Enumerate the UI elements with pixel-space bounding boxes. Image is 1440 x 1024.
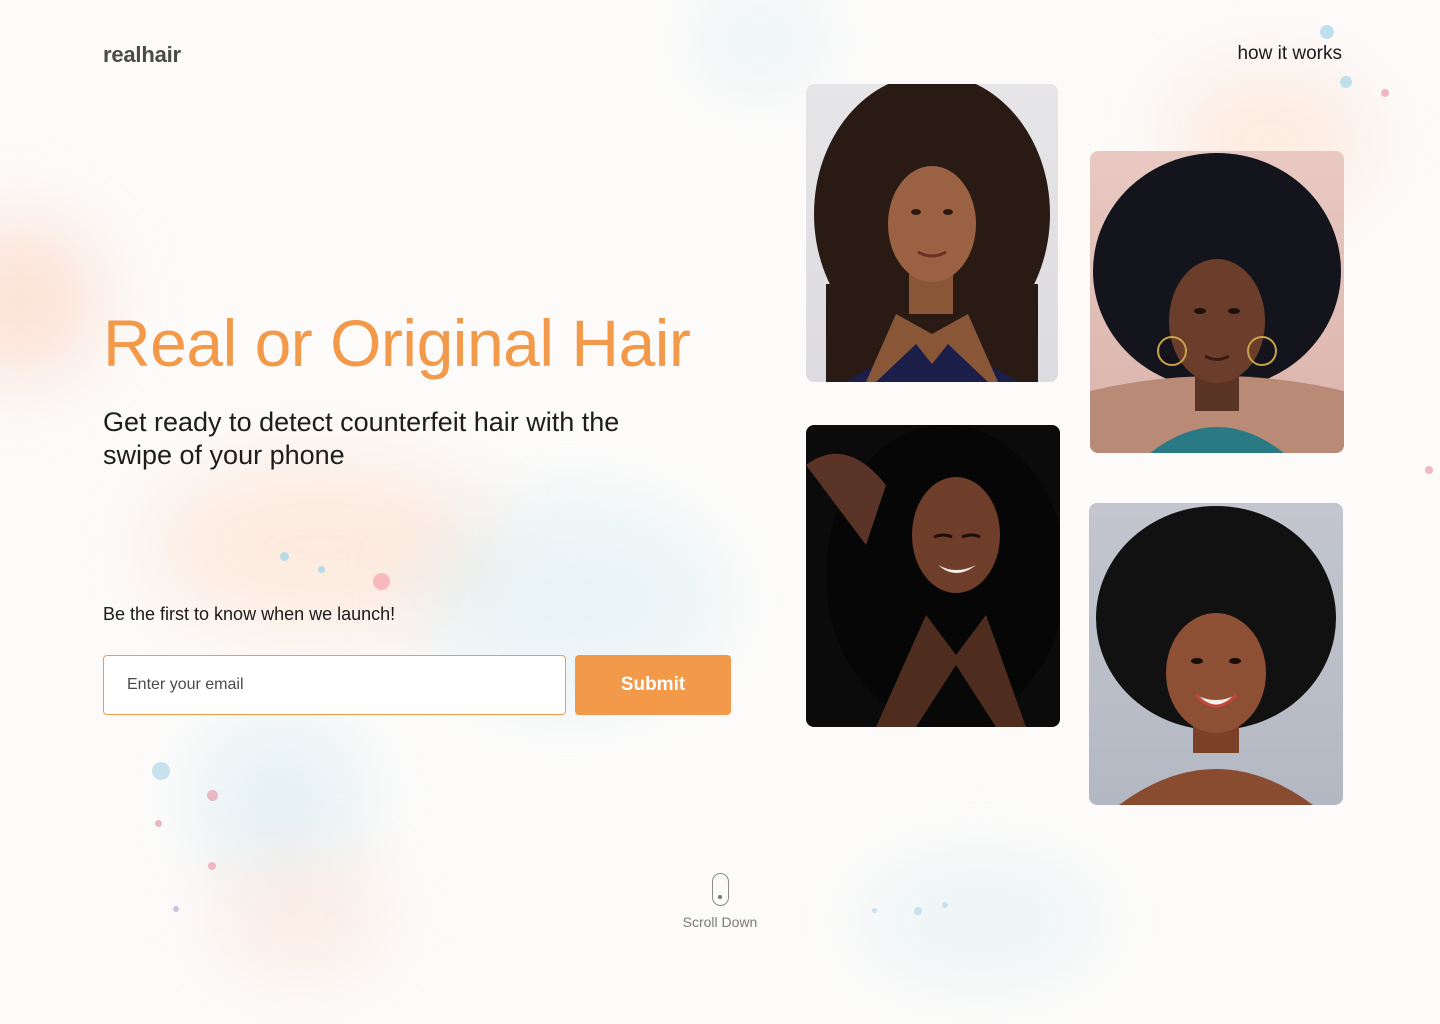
paint-dot <box>208 862 216 870</box>
watercolor-splash <box>860 860 1100 980</box>
how-it-works-link[interactable]: how it works <box>1237 43 1342 65</box>
portrait-illustration <box>1090 153 1344 453</box>
hero-title: Real or Original Hair <box>103 306 691 380</box>
hair-photo-natural <box>1089 503 1343 805</box>
hair-photo-afro <box>1090 151 1344 453</box>
paint-dot <box>942 902 948 908</box>
paint-dot <box>1340 76 1352 88</box>
paint-dot <box>173 906 179 912</box>
hero-subtitle: Get ready to detect counterfeit hair wit… <box>103 407 620 470</box>
paint-dot <box>152 762 170 780</box>
portrait-illustration <box>806 425 1060 727</box>
scroll-down-label: Scroll Down <box>682 914 758 930</box>
paint-dot <box>155 820 162 827</box>
paint-dot <box>1381 89 1389 97</box>
paint-dot <box>1320 25 1334 39</box>
portrait-illustration <box>1096 506 1336 805</box>
hair-photo-curly <box>806 84 1058 382</box>
logo[interactable]: realhair <box>103 42 181 68</box>
watercolor-splash <box>200 720 360 880</box>
paint-dot <box>373 573 390 590</box>
watercolor-splash <box>0 220 100 380</box>
scroll-down-indicator[interactable]: Scroll Down <box>670 873 770 930</box>
paint-dot <box>914 907 922 915</box>
mouse-icon <box>711 873 729 906</box>
launch-prompt: Be the first to know when we launch! <box>103 604 396 624</box>
submit-button[interactable]: Submit <box>575 655 731 715</box>
paint-dot <box>207 790 218 801</box>
watercolor-splash <box>220 860 380 970</box>
hair-photo-long <box>806 425 1060 727</box>
email-input[interactable] <box>103 655 566 715</box>
paint-dot <box>1425 466 1433 474</box>
paint-dot <box>280 552 289 561</box>
paint-dot <box>318 566 325 573</box>
watercolor-splash <box>700 0 820 80</box>
paint-dot <box>872 908 877 913</box>
portrait-illustration <box>814 84 1050 382</box>
